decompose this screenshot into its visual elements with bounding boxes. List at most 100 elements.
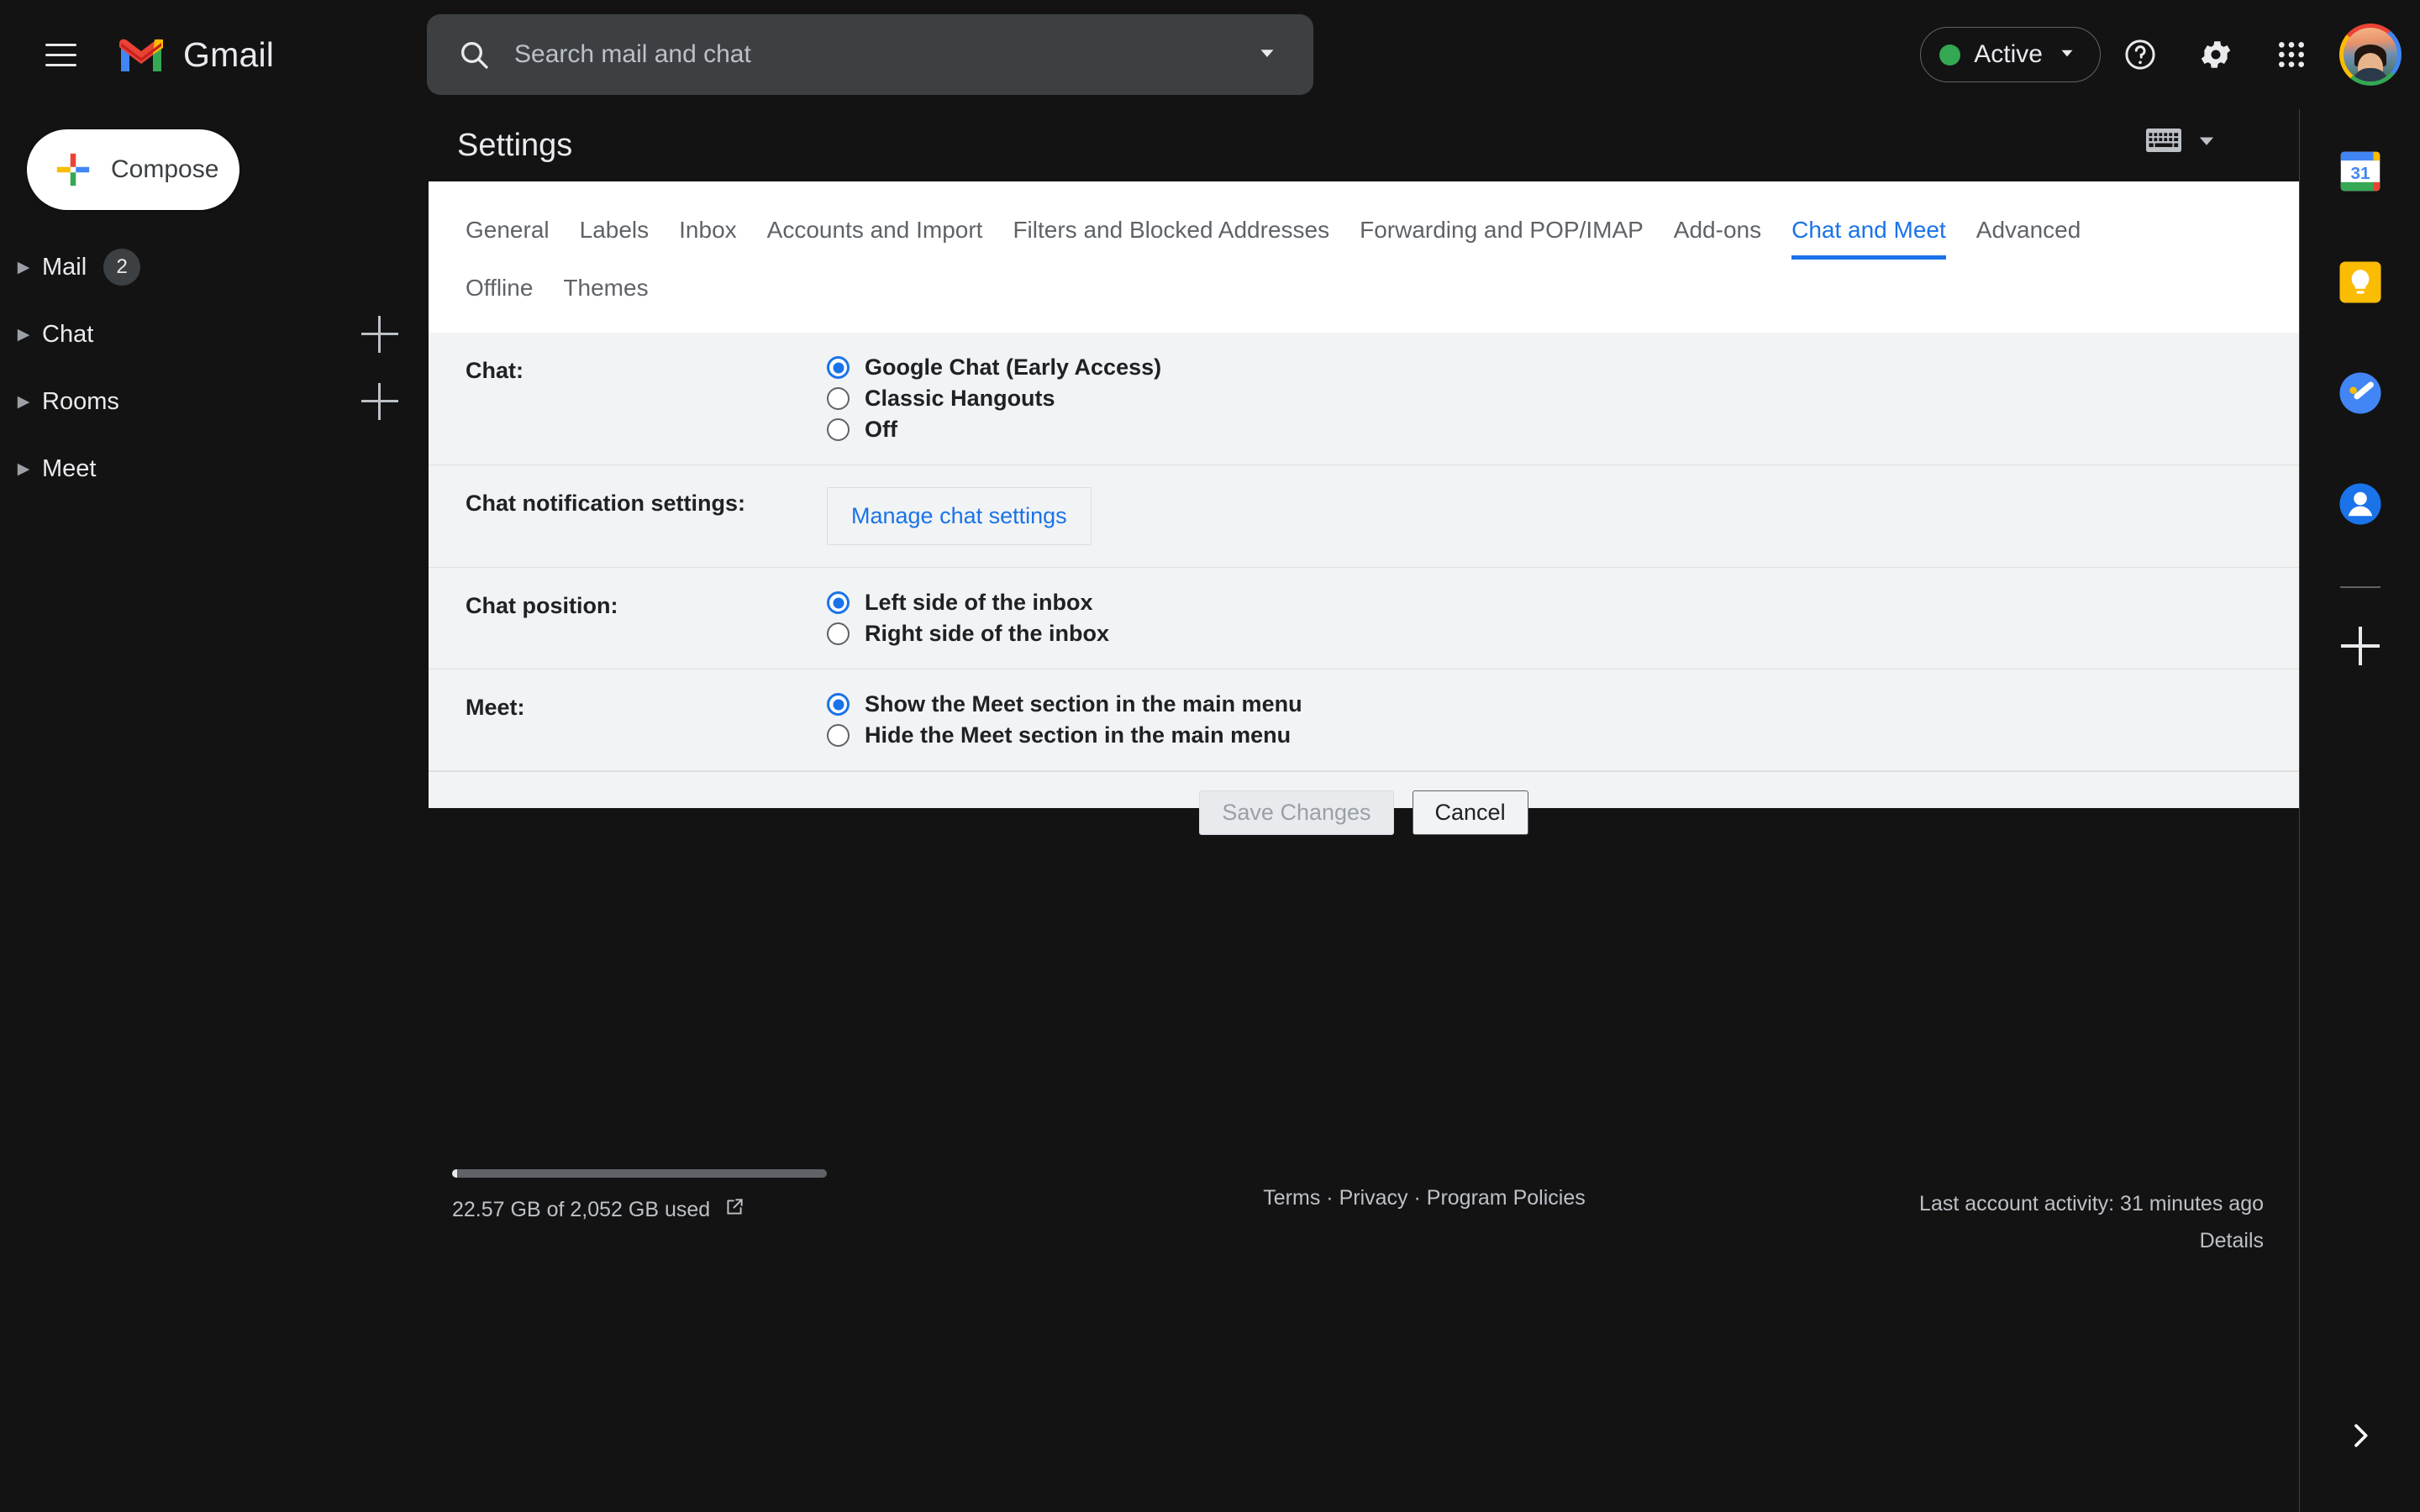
- tab-offline[interactable]: Offline: [466, 260, 533, 318]
- radio-label: Classic Hangouts: [865, 386, 1055, 411]
- setting-row-chat: Chat: Google Chat (Early Access) Classic…: [429, 333, 2299, 465]
- top-bar-actions: Active: [1920, 0, 2402, 109]
- separator: ·: [1326, 1186, 1334, 1210]
- program-policies-link[interactable]: Program Policies: [1427, 1186, 1586, 1210]
- radio-icon[interactable]: [827, 418, 850, 441]
- tab-add-ons[interactable]: Add-ons: [1674, 202, 1761, 260]
- last-account-activity-text: Last account activity: 31 minutes ago: [1919, 1192, 2264, 1215]
- sidebar-item-label: Rooms: [42, 387, 119, 415]
- radio-icon[interactable]: [827, 387, 850, 410]
- radio-option-left-side[interactable]: Left side of the inbox: [827, 590, 2262, 616]
- radio-icon[interactable]: [827, 622, 850, 645]
- keyboard-icon: [2146, 128, 2181, 157]
- settings-tabs: General Labels Inbox Accounts and Import…: [429, 181, 2299, 333]
- input-tools-toggle[interactable]: [2146, 128, 2218, 157]
- terms-link[interactable]: Terms: [1263, 1186, 1320, 1210]
- tab-accounts-and-import[interactable]: Accounts and Import: [767, 202, 983, 260]
- chevron-right-icon: ▶: [17, 325, 30, 344]
- chevron-down-icon: [2195, 129, 2218, 156]
- google-tasks-icon[interactable]: [2328, 361, 2392, 425]
- manage-chat-settings-button[interactable]: Manage chat settings: [827, 487, 1092, 545]
- mail-unread-badge: 2: [103, 249, 141, 286]
- radio-option-classic-hangouts[interactable]: Classic Hangouts: [827, 386, 2262, 412]
- settings-header: Settings: [429, 109, 2299, 181]
- radio-icon[interactable]: [827, 724, 850, 747]
- main-content: Settings General Labels Inbox Accounts a…: [429, 109, 2420, 1512]
- compose-button[interactable]: Compose: [27, 129, 239, 210]
- add-icon[interactable]: [2340, 627, 2380, 665]
- settings-actions: Save Changes Cancel: [429, 771, 2299, 857]
- top-app-bar: Gmail Active: [0, 0, 2420, 109]
- setting-row-chat-position: Chat position: Left side of the inbox Ri…: [429, 568, 2299, 669]
- setting-options: Google Chat (Early Access) Classic Hango…: [827, 354, 2262, 443]
- apps-grid-icon[interactable]: [2255, 18, 2328, 91]
- separator: ·: [1413, 1186, 1421, 1210]
- radio-label: Left side of the inbox: [865, 590, 1093, 615]
- chevron-right-icon: ▶: [17, 459, 30, 478]
- sidebar-item-label: Meet: [42, 454, 97, 482]
- cancel-button[interactable]: Cancel: [1412, 790, 1528, 835]
- sidebar-item-label: Chat: [42, 320, 94, 348]
- search-icon: [455, 36, 492, 73]
- account-activity: Last account activity: 31 minutes ago De…: [1919, 1186, 2264, 1260]
- nav-groups: ▶ Mail 2 ▶ Chat ▶ Rooms ▶ Meet: [0, 234, 429, 502]
- radio-icon[interactable]: [827, 591, 850, 614]
- radio-option-chat-off[interactable]: Off: [827, 417, 2262, 443]
- status-chip[interactable]: Active: [1920, 27, 2101, 82]
- main-menu-icon[interactable]: [24, 18, 97, 92]
- account-details-link[interactable]: Details: [1919, 1223, 2264, 1260]
- gear-icon[interactable]: [2180, 18, 2252, 91]
- sidebar-item-chat[interactable]: ▶ Chat: [0, 301, 429, 368]
- radio-option-right-side[interactable]: Right side of the inbox: [827, 621, 2262, 647]
- status-chevron-down-icon: [2056, 42, 2078, 68]
- google-keep-icon[interactable]: [2328, 250, 2392, 314]
- radio-option-hide-meet[interactable]: Hide the Meet section in the main menu: [827, 722, 2262, 748]
- avatar[interactable]: [2339, 24, 2402, 86]
- sidebar-item-rooms[interactable]: ▶ Rooms: [0, 368, 429, 435]
- settings-tabs-row-1: General Labels Inbox Accounts and Import…: [429, 181, 2299, 260]
- sidebar-item-meet[interactable]: ▶ Meet: [0, 435, 429, 502]
- tab-inbox[interactable]: Inbox: [679, 202, 737, 260]
- tab-chat-and-meet[interactable]: Chat and Meet: [1791, 202, 1946, 260]
- gmail-logo[interactable]: Gmail: [118, 35, 274, 75]
- setting-label: Chat position:: [466, 593, 618, 618]
- tab-general[interactable]: General: [466, 202, 550, 260]
- chevron-right-icon: ▶: [17, 392, 30, 411]
- radio-label: Show the Meet section in the main menu: [865, 691, 1302, 717]
- radio-label: Google Chat (Early Access): [865, 354, 1162, 380]
- expand-side-panel-icon[interactable]: [2344, 1419, 2377, 1457]
- tab-filters-and-blocked-addresses[interactable]: Filters and Blocked Addresses: [1013, 202, 1329, 260]
- compose-plus-icon: [54, 150, 92, 189]
- tab-themes[interactable]: Themes: [563, 260, 648, 318]
- tab-labels[interactable]: Labels: [580, 202, 650, 260]
- add-chat-icon[interactable]: [361, 316, 398, 353]
- setting-row-chat-notifications: Chat notification settings: Manage chat …: [429, 465, 2299, 568]
- search-input[interactable]: [514, 40, 1255, 69]
- gmail-m-icon: [119, 39, 163, 71]
- sidebar-item-mail[interactable]: ▶ Mail 2: [0, 234, 429, 301]
- privacy-link[interactable]: Privacy: [1339, 1186, 1408, 1210]
- radio-option-show-meet[interactable]: Show the Meet section in the main menu: [827, 691, 2262, 717]
- setting-row-meet: Meet: Show the Meet section in the main …: [429, 669, 2299, 771]
- add-room-icon[interactable]: [361, 383, 398, 420]
- setting-options: Left side of the inbox Right side of the…: [827, 590, 2262, 647]
- radio-icon[interactable]: [827, 693, 850, 716]
- setting-options: Manage chat settings: [827, 487, 2262, 545]
- sidebar-item-label: Mail: [42, 253, 87, 281]
- radio-icon[interactable]: [827, 356, 850, 379]
- calendar-day-number: 31: [2350, 164, 2370, 183]
- help-icon[interactable]: [2104, 18, 2176, 91]
- storage-progress-bar: [452, 1169, 827, 1178]
- left-sidebar: Compose ▶ Mail 2 ▶ Chat ▶ Rooms ▶ Meet: [0, 109, 429, 1512]
- search-options-chevron-down-icon[interactable]: [1255, 40, 1280, 70]
- radio-option-google-chat[interactable]: Google Chat (Early Access): [827, 354, 2262, 381]
- google-contacts-icon[interactable]: [2328, 472, 2392, 536]
- tab-advanced[interactable]: Advanced: [1976, 202, 2081, 260]
- right-side-panel: 31: [2299, 109, 2420, 1512]
- save-changes-button[interactable]: Save Changes: [1199, 790, 1394, 835]
- radio-label: Off: [865, 417, 897, 442]
- google-calendar-icon[interactable]: 31: [2328, 139, 2392, 203]
- search-bar[interactable]: [427, 14, 1313, 95]
- radio-label: Right side of the inbox: [865, 621, 1109, 646]
- tab-forwarding-and-pop-imap[interactable]: Forwarding and POP/IMAP: [1360, 202, 1644, 260]
